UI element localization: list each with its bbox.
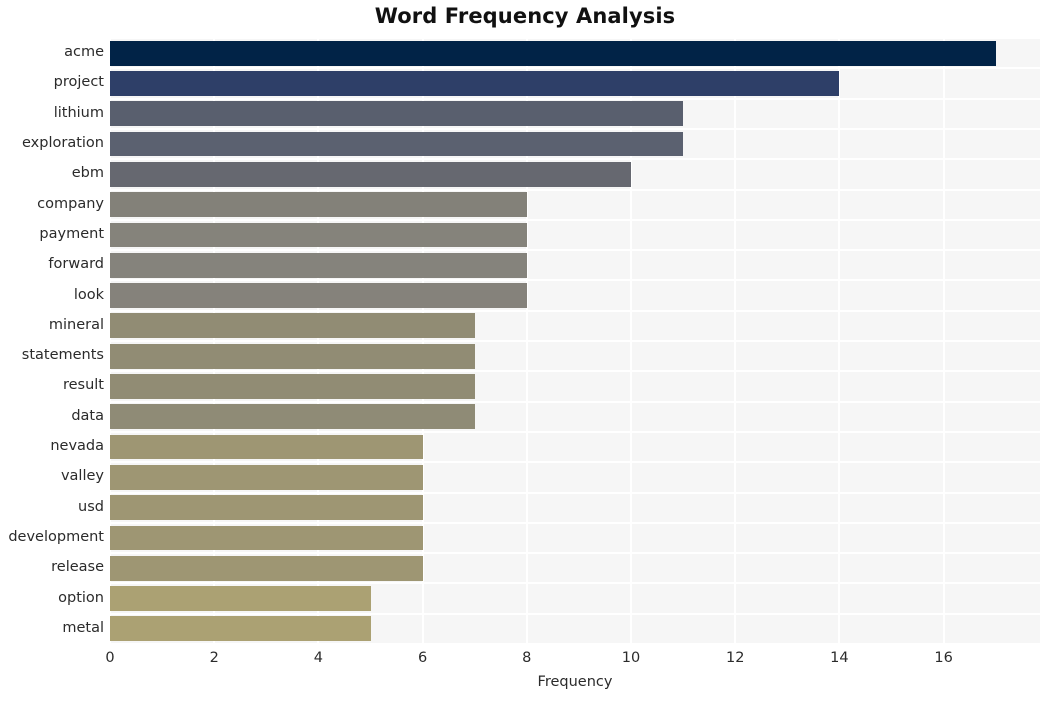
y-axis-tick-label: metal xyxy=(62,619,104,636)
y-axis-tick-label: statements xyxy=(21,347,104,364)
y-axis-tick-label: ebm xyxy=(71,165,104,182)
y-axis-tick-label: project xyxy=(53,74,104,91)
x-axis-title: Frequency xyxy=(537,674,613,690)
x-axis-tick-label: 0 xyxy=(105,650,115,666)
y-axis-tick-label: nevada xyxy=(50,438,104,455)
y-axis-tick-label: usd xyxy=(78,498,104,515)
page-title: Word Frequency Analysis xyxy=(374,4,676,28)
y-axis-tick-label: release xyxy=(51,559,104,576)
bar xyxy=(110,222,527,248)
chart-figure: Word Frequency Analysis acme project lithi… xyxy=(0,0,1050,701)
bar xyxy=(110,283,527,308)
bar xyxy=(110,525,423,551)
x-axis-tick-labels: 0 2 4 6 8 10 12 14 16 xyxy=(0,650,1050,674)
bar xyxy=(110,161,631,187)
bar-series xyxy=(110,38,1040,644)
y-axis-tick-label: option xyxy=(58,589,104,606)
y-axis-tick-label: result xyxy=(62,377,104,394)
bar xyxy=(110,404,475,430)
bar xyxy=(110,131,684,157)
x-axis-tick-label: 6 xyxy=(417,650,428,666)
y-axis-tick-label: valley xyxy=(60,468,104,485)
bar xyxy=(110,555,423,581)
bar xyxy=(110,464,423,490)
y-axis-tick-label: company xyxy=(37,195,104,212)
bar xyxy=(110,495,423,521)
bar xyxy=(110,313,475,339)
bar xyxy=(110,252,527,278)
y-axis-tick-label: look xyxy=(73,286,104,303)
bar xyxy=(110,616,371,642)
x-axis-tick-label: 2 xyxy=(209,650,219,666)
bar xyxy=(110,374,475,399)
x-axis-tick-label: 4 xyxy=(313,650,323,666)
y-axis-tick-label: mineral xyxy=(48,316,104,333)
y-axis-tick-labels: acme project lithium exploration ebm company p… xyxy=(0,38,104,644)
bar xyxy=(110,40,996,66)
y-axis-tick-label: acme xyxy=(64,44,104,61)
y-axis-tick-label: forward xyxy=(48,256,104,273)
y-axis-tick-label: exploration xyxy=(22,135,104,152)
x-axis-tick-label: 12 xyxy=(725,650,745,666)
bar xyxy=(110,101,684,127)
x-axis-tick-label: 14 xyxy=(830,650,849,666)
x-axis-tick-label: 10 xyxy=(621,650,641,666)
bar xyxy=(110,192,527,218)
y-axis-tick-label: data xyxy=(71,407,104,424)
bar xyxy=(110,71,840,96)
x-axis-tick-label: 16 xyxy=(934,650,953,666)
y-axis-tick-label: development xyxy=(8,528,104,545)
bar xyxy=(110,343,475,369)
y-axis-tick-label: payment xyxy=(39,225,104,242)
plot-area xyxy=(110,38,1040,644)
x-axis-tick-label: 8 xyxy=(522,650,532,666)
y-axis-tick-label: lithium xyxy=(53,104,104,121)
bar xyxy=(110,434,423,460)
bar xyxy=(110,586,371,611)
